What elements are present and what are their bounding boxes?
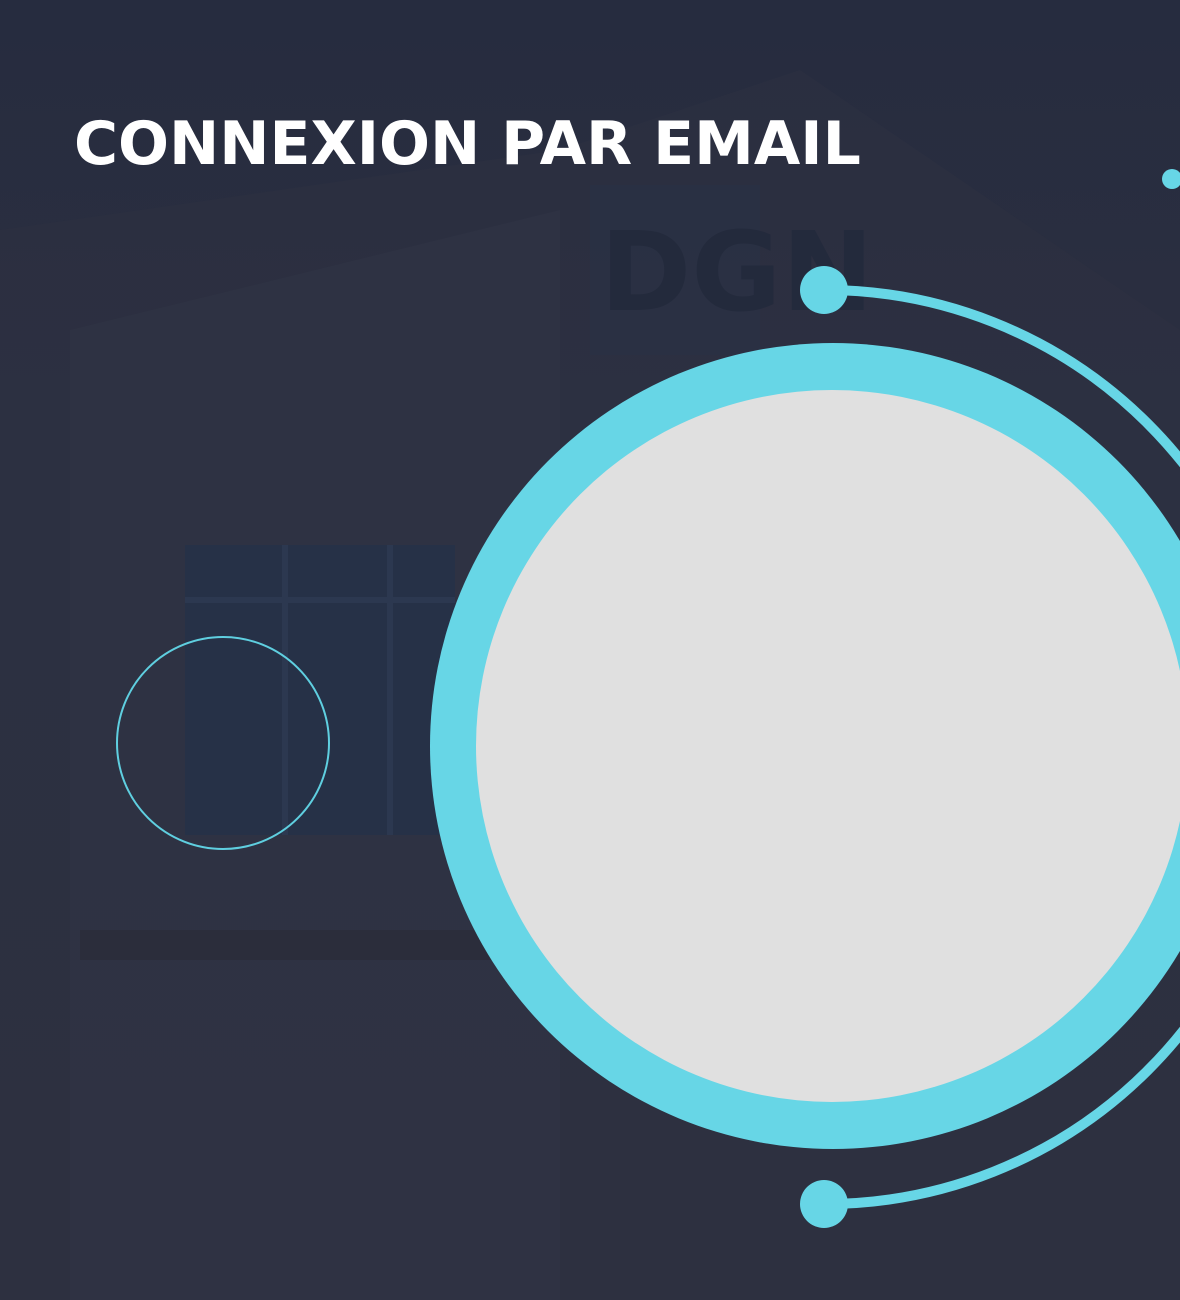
circle-outline-icon [116,636,330,850]
user-avatar-placeholder-icon [476,390,1180,1102]
page-title: CONNEXION PAR EMAIL [74,109,861,179]
building-sign-text: DGN [600,208,874,336]
login-hero: DGN CONNEXION PAR EMAIL [0,0,1180,1300]
